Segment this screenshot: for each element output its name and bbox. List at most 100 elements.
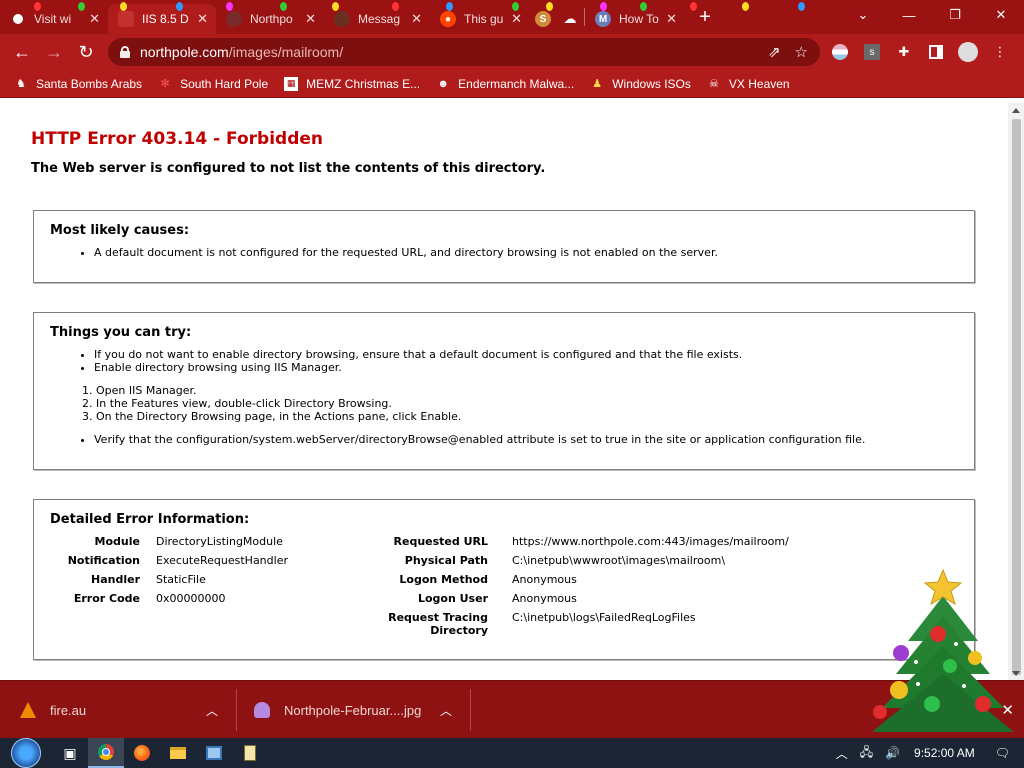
s-extension-icon[interactable]: s [862,42,882,62]
close-icon[interactable]: ✕ [666,11,677,27]
page-title: HTTP Error 403.14 - Forbidden [31,129,323,149]
tab-pinned-s[interactable]: S [530,4,556,34]
tab-pinned-cloud[interactable]: ☁ [556,4,584,34]
bookmark-windows-isos[interactable]: ♟ Windows ISOs [590,77,691,91]
page-subtitle: The Web server is configured to not list… [31,161,546,176]
start-button[interactable] [0,738,52,768]
bookmark-south-hard-pole[interactable]: ✻ South Hard Pole [158,77,268,91]
bookmark-santa-bombs-arabs[interactable]: ♞ Santa Bombs Arabs [14,77,142,91]
reddit-icon: ● [440,11,456,27]
logon-method-value: Anonymous [512,573,577,586]
request-tracing-value: C:\inetpub\logs\FailedReqLogFiles [512,611,696,624]
reload-button[interactable]: ↻ [70,36,102,68]
puzzle-extensions-icon[interactable]: ✚ [894,42,914,62]
volume-icon[interactable]: 🔊 [885,746,900,760]
logon-method-label: Logon Method [399,573,488,586]
causes-section: Most likely causes: A default document i… [33,210,975,283]
close-icon[interactable]: ✕ [305,11,316,27]
task-view-button[interactable]: ▣ [52,738,88,768]
logon-user-value: Anonymous [512,592,577,605]
cloud-icon: ☁ [563,11,577,26]
tab-label: IIS 8.5 D [142,12,189,26]
download-filename: Northpole-Februar....jpg [284,702,422,718]
module-value: DirectoryListingModule [156,535,283,548]
tab-northpole[interactable]: Northpo ✕ [216,4,324,34]
tab-search-button[interactable]: ⌄ [840,0,886,30]
vlc-icon [20,702,36,718]
close-icon[interactable]: ✕ [511,11,522,27]
tab-label: How To [619,12,659,26]
tab-reddit[interactable]: ● This gu ✕ [430,4,530,34]
logon-user-label: Logon User [417,592,488,605]
network-icon[interactable]: 🖧 [860,743,873,764]
close-icon[interactable]: ✕ [197,11,208,27]
download-filename: fire.au [50,702,87,718]
things-to-try-section: Things you can try: If you do not want t… [33,312,975,470]
requested-url-label: Requested URL [393,535,488,548]
list-item: If you do not want to enable directory b… [94,348,958,361]
christmas-tree-decoration [872,568,1014,732]
tab-iis[interactable]: IIS 8.5 D ✕ [108,4,216,34]
requested-url-value: https://www.northpole.com:443/images/mai… [512,535,789,548]
menu-kebab-icon[interactable]: ⋮ [990,42,1010,62]
close-window-button[interactable]: ✕ [978,0,1024,30]
try-list: If you do not want to enable directory b… [94,348,958,374]
firefox-taskbar-icon[interactable] [124,738,160,768]
bookmark-memz-christmas[interactable]: ▦ MEMZ Christmas E... [284,76,420,91]
physical-path-value: C:\inetpub\wwwroot\images\mailroom\ [512,554,726,567]
notepad-taskbar-icon[interactable] [232,738,268,768]
scroll-up-arrow-icon[interactable] [1012,108,1020,113]
bookmark-endermanch-malware[interactable]: ☻ Endermanch Malwa... [436,77,574,91]
detailed-error-section: Detailed Error Information: Module Direc… [33,499,975,660]
santa-icon: ♞ [16,78,26,90]
download-item-fire[interactable]: fire.au ︿ [20,681,230,739]
share-icon[interactable]: ⇗ [768,43,781,61]
address-host: northpole.com [140,44,229,60]
bookmark-vx-heaven[interactable]: ☠ VX Heaven [707,77,790,91]
chrome-icon [10,11,26,27]
try-list-last: Verify that the configuration/system.web… [94,433,958,446]
bookmark-label: VX Heaven [728,76,790,91]
list-item: Verify that the configuration/system.web… [94,433,958,446]
file-explorer-taskbar-icon[interactable] [160,738,196,768]
tab-messages[interactable]: Messag ✕ [324,4,430,34]
physical-path-label: Physical Path [404,554,488,567]
chrome-taskbar-icon[interactable] [88,738,124,768]
northpole-icon [226,11,242,27]
close-icon[interactable]: ✕ [411,11,422,27]
s-icon: S [535,11,551,27]
app-window-taskbar-icon[interactable] [196,738,232,768]
chevron-up-icon[interactable]: ︿ [836,745,848,762]
notification-label: Notification [67,554,140,567]
tab-label: Northpo [250,12,293,26]
request-tracing-label: Request Tracing [388,611,488,624]
things-to-try-heading: Things you can try: [50,325,192,340]
endermanch-icon: ☻ [437,77,449,90]
tab-visit[interactable]: Visit wi ✕ [0,4,108,34]
steps-list: Open IIS Manager. In the Features view, … [96,384,958,423]
chevron-up-icon[interactable]: ︿ [440,702,452,719]
bookmarks-bar: ♞ Santa Bombs Arabs ✻ South Hard Pole ▦ … [0,70,1024,98]
tab-howto[interactable]: M How To ✕ [585,4,685,34]
forward-button[interactable]: → [38,36,70,68]
message-icon [334,11,350,27]
clock[interactable]: 9:52:00 AM [914,746,975,760]
side-panel-icon[interactable] [926,42,946,62]
flag-extension-icon[interactable] [830,42,850,62]
notification-icon[interactable]: 🗨 [995,746,1010,760]
chevron-up-icon[interactable]: ︿ [206,702,218,719]
bookmark-label: South Hard Pole [180,76,269,91]
profile-avatar-icon[interactable] [958,42,978,62]
windows-isos-icon: ♟ [592,78,603,90]
bookmark-star-icon[interactable]: ☆ [795,43,808,61]
new-tab-button[interactable]: + [691,3,719,31]
address-bar[interactable]: northpole.com/images/mailroom/ ⇗ ☆ [108,38,820,66]
tab-label: Visit wi [34,12,72,26]
bookmark-label: Windows ISOs [612,76,691,91]
minimize-button[interactable]: — [886,0,932,30]
lock-icon[interactable] [120,46,130,58]
restore-button[interactable]: ❐ [932,0,978,30]
back-button[interactable]: ← [6,36,38,68]
close-icon[interactable]: ✕ [89,11,100,27]
download-item-northpole[interactable]: Northpole-Februar....jpg ︿ [254,681,464,739]
